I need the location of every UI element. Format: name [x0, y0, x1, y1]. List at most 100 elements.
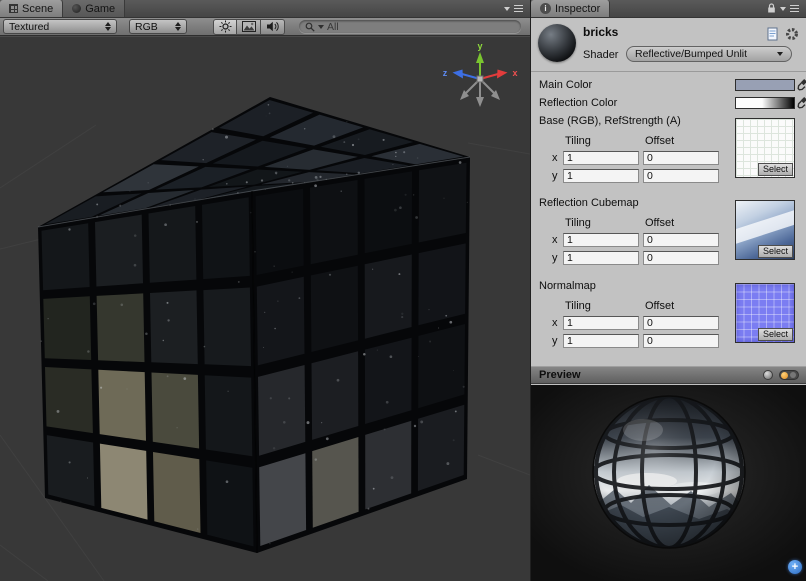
cubemap-y-offset-field[interactable]: [643, 251, 719, 265]
reflection-color-swatch[interactable]: [735, 97, 795, 109]
gizmo-x-label[interactable]: x: [512, 68, 517, 78]
scene-tabstrip: Scene Game: [0, 0, 530, 18]
tab-game-label: Game: [85, 3, 115, 15]
normalmap-thumbnail[interactable]: Select: [735, 283, 795, 343]
cubemap-x-tiling-field[interactable]: [563, 233, 639, 247]
unity-editor-window: Scene Game Textured RGB: [0, 0, 806, 581]
skybox-toggle-button[interactable]: [237, 19, 261, 35]
base-x-tiling-field[interactable]: [563, 151, 639, 165]
lock-icon[interactable]: [767, 3, 776, 14]
sun-icon: [219, 20, 232, 33]
scene-toggle-group: [213, 19, 285, 35]
preview-shape-icon[interactable]: [763, 370, 773, 380]
image-icon: [242, 20, 256, 33]
updown-arrows-icon: [175, 22, 181, 31]
orientation-gizmo[interactable]: y x z: [438, 39, 524, 117]
normalmap-x-offset-field[interactable]: [643, 316, 719, 330]
normalmap-label: Normalmap: [539, 280, 596, 292]
search-filter-chevron-icon[interactable]: [318, 25, 324, 29]
gizmo-y-label[interactable]: y: [477, 41, 482, 51]
updown-arrows-icon: [105, 22, 111, 31]
chevron-down-icon: [504, 7, 510, 11]
normalmap-x-tiling-field[interactable]: [563, 316, 639, 330]
base-y-tiling-field[interactable]: [563, 169, 639, 183]
header-icons: [766, 27, 799, 41]
draw-mode-dropdown[interactable]: Textured: [3, 19, 117, 34]
material-header: bricks Shader Reflective/Bumped Unlit: [531, 18, 806, 72]
menu-icon: [790, 5, 799, 12]
audio-toggle-button[interactable]: [261, 19, 285, 35]
light-off-icon: [790, 372, 796, 378]
material-name: bricks: [583, 25, 618, 39]
base-texture-label: Base (RGB), RefStrength (A): [539, 115, 681, 127]
normalmap-y-offset-field[interactable]: [643, 334, 719, 348]
normalmap-select-button[interactable]: Select: [758, 328, 793, 341]
render-channels-dropdown[interactable]: RGB: [129, 19, 187, 34]
preview-title: Preview: [539, 369, 581, 381]
scene-search-field[interactable]: [299, 20, 521, 33]
main-color-swatch[interactable]: [735, 79, 795, 91]
tab-scene-label: Scene: [22, 3, 53, 15]
offset-header: Offset: [645, 300, 674, 312]
main-color-row: Main Color: [531, 79, 806, 93]
cubemap-thumbnail[interactable]: Select: [735, 200, 795, 260]
cubemap-select-button[interactable]: Select: [758, 245, 793, 258]
inspector-pane-menu[interactable]: [767, 0, 806, 17]
base-y-offset-field[interactable]: [643, 169, 719, 183]
base-select-button[interactable]: Select: [758, 163, 793, 176]
base-texture-group: Base (RGB), RefStrength (A) Select Tilin…: [531, 115, 806, 191]
inspector-tabstrip: i Inspector: [531, 0, 806, 18]
preview-header[interactable]: Preview: [531, 366, 806, 384]
search-input[interactable]: [327, 21, 515, 33]
tiling-header: Tiling: [565, 217, 591, 229]
scene-pane-menu[interactable]: [504, 0, 530, 17]
base-x-offset-field[interactable]: [643, 151, 719, 165]
shader-label: Shader: [583, 49, 618, 61]
preview-sphere-render: [531, 385, 806, 581]
preview-header-icons: [763, 370, 799, 380]
scene-toolbar: Textured RGB: [0, 18, 530, 36]
eyedropper-icon[interactable]: [797, 96, 806, 109]
y-axis-label: y: [552, 170, 558, 182]
gear-icon[interactable]: [785, 27, 799, 41]
cubemap-x-offset-field[interactable]: [643, 233, 719, 247]
search-icon: [305, 22, 315, 32]
main-color-label: Main Color: [539, 79, 592, 91]
tab-game[interactable]: Game: [63, 0, 125, 17]
render-channels-label: RGB: [135, 21, 158, 33]
material-properties: Main Color Reflection Color Base (RGB), …: [531, 72, 806, 366]
reflection-color-label: Reflection Color: [539, 97, 617, 109]
draw-mode-label: Textured: [9, 21, 49, 33]
cubemap-texture-group: Reflection Cubemap Select Tiling Offset …: [531, 197, 806, 273]
tab-scene[interactable]: Scene: [0, 0, 63, 17]
scene-grid-icon: [9, 4, 18, 13]
preview-light-toggle[interactable]: [779, 370, 799, 380]
tab-inspector-label: Inspector: [555, 3, 600, 15]
inspector-pane: i Inspector bricks Shader Reflective/Bum…: [530, 0, 806, 581]
chevron-down-icon: [777, 52, 783, 56]
shader-dropdown[interactable]: Reflective/Bumped Unlit: [626, 46, 792, 62]
scene-3d-render: [0, 37, 530, 581]
cubemap-label: Reflection Cubemap: [539, 197, 639, 209]
normalmap-y-tiling-field[interactable]: [563, 334, 639, 348]
game-icon: [72, 4, 81, 13]
tiling-header: Tiling: [565, 135, 591, 147]
eyedropper-icon[interactable]: [797, 78, 806, 91]
help-doc-icon[interactable]: [766, 27, 779, 41]
shader-dropdown-value: Reflective/Bumped Unlit: [635, 48, 747, 60]
tab-inspector[interactable]: i Inspector: [531, 0, 610, 17]
add-button[interactable]: +: [788, 560, 802, 574]
base-texture-thumbnail[interactable]: Select: [735, 118, 795, 178]
lighting-toggle-button[interactable]: [213, 19, 237, 35]
material-preview-area[interactable]: +: [531, 385, 806, 581]
y-axis-label: y: [552, 335, 558, 347]
light-on-icon: [781, 372, 788, 379]
reflection-color-row: Reflection Color: [531, 97, 806, 111]
cubemap-y-tiling-field[interactable]: [563, 251, 639, 265]
scene-viewport[interactable]: y x z: [0, 37, 530, 581]
tiling-header: Tiling: [565, 300, 591, 312]
menu-icon: [514, 5, 523, 12]
gizmo-z-label[interactable]: z: [443, 68, 448, 78]
scene-pane: Scene Game Textured RGB: [0, 0, 530, 581]
offset-header: Offset: [645, 217, 674, 229]
